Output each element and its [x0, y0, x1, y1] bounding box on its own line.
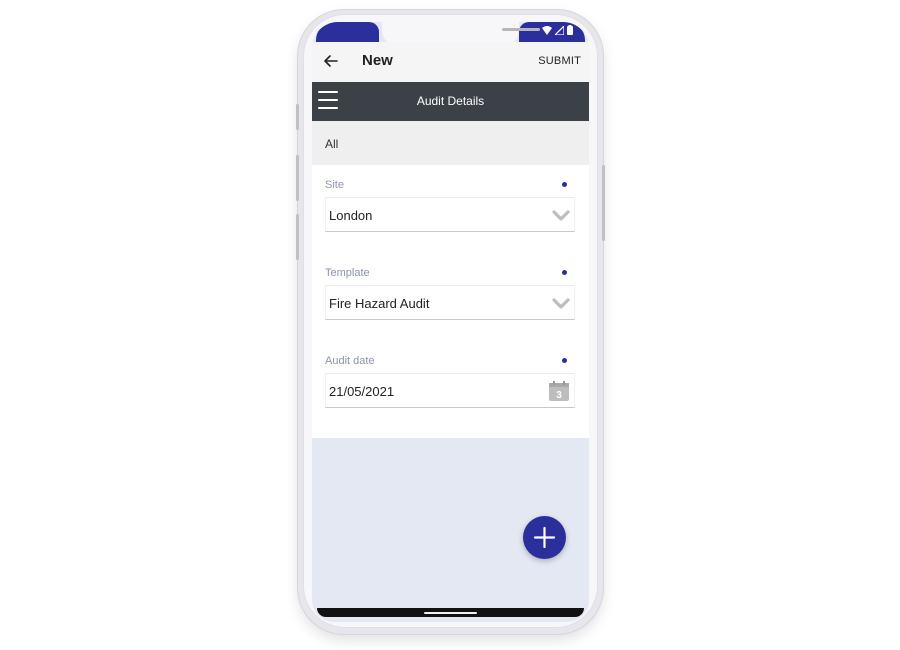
calendar-day: 3: [556, 390, 562, 401]
phone-volume-down: [296, 214, 299, 260]
section-title: Audit Details: [416, 94, 485, 108]
app-bar: New SUBMIT: [312, 42, 589, 82]
audit-date-value: 21/05/2021: [329, 384, 395, 399]
plus-icon: [533, 526, 556, 549]
add-fab-button[interactable]: [523, 516, 566, 559]
wifi-icon: [542, 25, 552, 35]
site-value: London: [329, 208, 373, 223]
site-label: Site: [325, 179, 344, 191]
calendar-icon[interactable]: 3: [548, 380, 570, 402]
site-dropdown[interactable]: London: [325, 197, 575, 232]
arrow-left-icon[interactable]: [322, 52, 340, 70]
battery-icon: [567, 25, 573, 35]
template-label: Template: [325, 267, 370, 279]
section-header: Audit Details: [312, 82, 589, 121]
page-title: New: [362, 52, 393, 69]
signal-icon: [555, 25, 564, 35]
status-bar-left: [316, 22, 379, 42]
template-dropdown[interactable]: Fire Hazard Audit: [325, 285, 575, 320]
required-indicator: [562, 182, 567, 187]
home-indicator[interactable]: [424, 612, 477, 614]
submit-button[interactable]: SUBMIT: [538, 55, 581, 67]
status-icons: [542, 25, 573, 35]
status-bar: [312, 22, 589, 46]
app-screen: New SUBMIT Audit Details All Site London…: [312, 22, 589, 622]
required-indicator: [562, 358, 567, 363]
phone-power-button: [602, 165, 605, 241]
template-value: Fire Hazard Audit: [329, 296, 430, 311]
audit-form: Site London Template Fire Hazard Audit A…: [312, 165, 589, 438]
audit-date-label: Audit date: [325, 355, 375, 367]
earpiece-speaker: [502, 28, 540, 31]
chevron-down-icon: [552, 298, 570, 309]
status-bar-right: [519, 22, 585, 42]
phone-volume-up: [296, 155, 299, 201]
audit-date-field[interactable]: 21/05/2021 3: [325, 373, 575, 408]
filter-row[interactable]: All: [312, 121, 589, 165]
filter-label[interactable]: All: [325, 137, 338, 151]
required-indicator: [562, 270, 567, 275]
chevron-down-icon: [552, 210, 570, 221]
phone-silent-switch: [296, 104, 299, 130]
